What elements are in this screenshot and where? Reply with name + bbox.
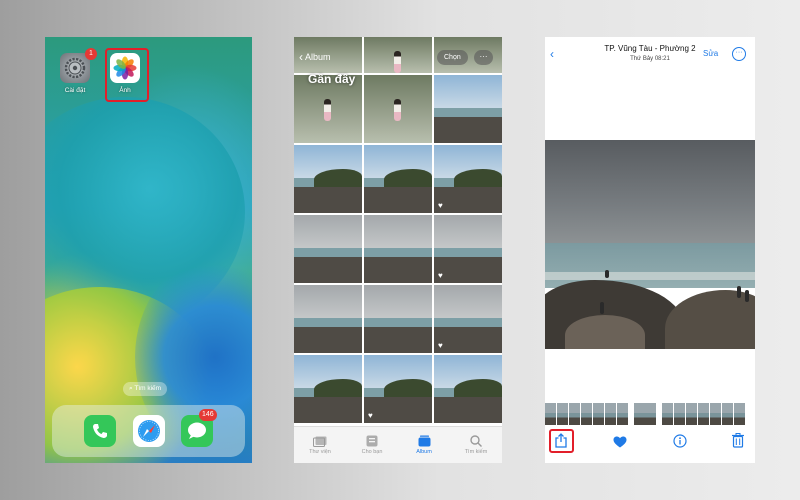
tab-label: Thư viện	[309, 448, 331, 455]
filmstrip-thumbnail[interactable]	[617, 403, 628, 425]
photo-thumbnail[interactable]	[434, 355, 502, 423]
filmstrip-thumbnail[interactable]	[569, 403, 580, 425]
more-button[interactable]: ···	[474, 50, 493, 65]
home-search-button[interactable]: ⌕ Tìm kiếm	[123, 382, 168, 396]
photo-thumbnail[interactable]	[294, 285, 362, 353]
tab-for-you[interactable]: Cho bạn	[350, 435, 394, 455]
home-search-label: Tìm kiếm	[134, 385, 162, 392]
photo-thumbnail[interactable]	[434, 75, 502, 143]
search-icon	[470, 435, 482, 447]
info-icon[interactable]	[673, 434, 687, 453]
album-header: ‹ Album Chọn ···	[294, 37, 502, 71]
tab-label: Album	[416, 449, 432, 455]
settings-app-label: Cài đặt	[64, 87, 86, 94]
photo-thumbnail[interactable]	[294, 355, 362, 423]
photo-thumbnail[interactable]	[364, 285, 432, 353]
photo-location-title: TP. Vũng Tàu - Phường 2	[604, 44, 696, 53]
photo-viewer-screen: ‹ TP. Vũng Tàu - Phường 2 Thứ Bảy 08:21 …	[545, 37, 755, 463]
heart-icon[interactable]	[613, 435, 627, 453]
album-icon	[418, 435, 430, 447]
filmstrip-thumbnail[interactable]	[710, 403, 721, 425]
filmstrip-thumbnail[interactable]	[698, 403, 709, 425]
album-screen: ♥ ♥ ♥ ♥ ‹ Album Chọn ··· Gần đây Thư việ…	[294, 37, 502, 463]
edit-button[interactable]: Sửa	[703, 49, 718, 58]
library-icon	[313, 436, 327, 447]
trash-icon[interactable]	[732, 433, 744, 453]
for-you-icon	[366, 435, 378, 447]
notification-badge: 146	[199, 409, 217, 421]
home-screen: 1 Cài đặt Ảnh ⌕ Tìm kiếm 146	[45, 37, 252, 463]
favorite-heart-icon: ♥	[368, 411, 373, 420]
select-button[interactable]: Chọn	[437, 50, 468, 65]
photo-thumbnail[interactable]: ♥	[434, 145, 502, 213]
filmstrip-thumbnail[interactable]	[686, 403, 697, 425]
safari-compass-icon[interactable]	[133, 415, 165, 447]
photo-thumbnail[interactable]: ♥	[434, 285, 502, 353]
photo-thumbnail[interactable]	[294, 215, 362, 283]
back-label: Album	[305, 52, 331, 62]
page-title: Gần đây	[308, 72, 356, 86]
filmstrip-thumbnail[interactable]	[605, 403, 616, 425]
tab-label: Tìm kiếm	[464, 449, 488, 455]
photo-thumbnail[interactable]	[364, 75, 432, 143]
photo-thumbnail[interactable]	[364, 145, 432, 213]
back-chevron-icon[interactable]: ‹	[550, 47, 554, 61]
photo-thumbnail[interactable]: ♥	[434, 215, 502, 283]
photos-app-highlight	[105, 48, 149, 102]
tab-library[interactable]: Thư viện	[298, 436, 342, 455]
share-button-highlight	[549, 429, 574, 453]
photo-full-view[interactable]	[545, 140, 755, 349]
photo-thumbnail[interactable]: ♥	[364, 355, 432, 423]
filmstrip-thumbnail[interactable]	[593, 403, 604, 425]
chevron-left-icon: ‹	[299, 50, 303, 64]
filmstrip-thumbnail[interactable]	[581, 403, 592, 425]
favorite-heart-icon: ♥	[438, 341, 443, 350]
tab-album[interactable]: Album	[402, 435, 446, 455]
back-button[interactable]: ‹ Album	[299, 50, 331, 64]
tab-bar: Thư viện Cho bạn Album Tìm kiếm	[294, 426, 502, 463]
filmstrip-thumbnail[interactable]	[557, 403, 568, 425]
favorite-heart-icon: ♥	[438, 201, 443, 210]
more-options-icon[interactable]: ···	[732, 47, 746, 61]
filmstrip-thumbnail[interactable]	[734, 403, 745, 425]
photo-date-subtitle: Thứ Bảy 08:21	[630, 56, 670, 62]
photo-toolbar	[545, 427, 755, 463]
tab-label: Cho bạn	[361, 449, 383, 455]
filmstrip-selected-thumbnail[interactable]	[634, 403, 656, 425]
favorite-heart-icon: ♥	[438, 271, 443, 280]
photo-thumbnail[interactable]	[364, 215, 432, 283]
filmstrip-thumbnail[interactable]	[545, 403, 556, 425]
photo-filmstrip[interactable]	[545, 403, 755, 425]
filmstrip-thumbnail[interactable]	[722, 403, 733, 425]
notification-badge: 1	[85, 48, 97, 60]
tab-search[interactable]: Tìm kiếm	[454, 435, 498, 455]
photo-grid: ♥ ♥ ♥ ♥	[294, 37, 502, 423]
dock: 146	[52, 405, 245, 457]
phone-icon[interactable]	[84, 415, 116, 447]
filmstrip-thumbnail[interactable]	[662, 403, 673, 425]
photo-thumbnail[interactable]	[294, 145, 362, 213]
filmstrip-thumbnail[interactable]	[674, 403, 685, 425]
